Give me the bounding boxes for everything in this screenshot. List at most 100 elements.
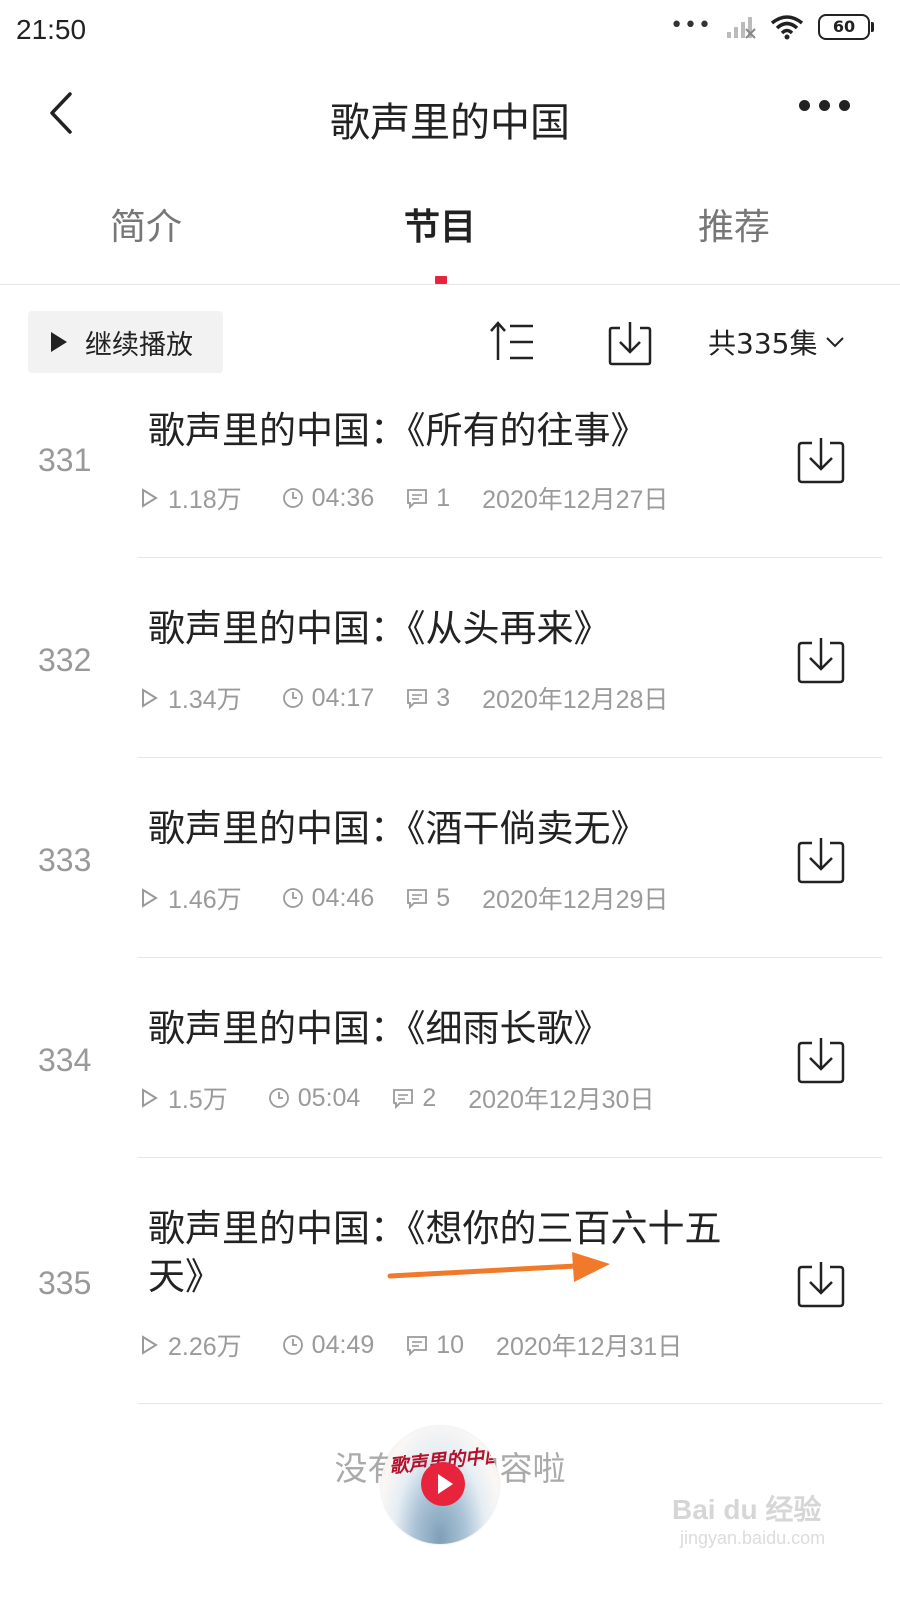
comment-count-value: 2 [422,1083,437,1112]
cellular-signal-icon [727,17,756,39]
more-options-icon[interactable] [799,100,850,111]
mini-player[interactable]: 歌声里的中国 [381,1426,499,1544]
comment-count: 3 [406,684,450,713]
tabs-divider [0,284,900,285]
tab-recommend[interactable]: 推荐 [634,198,834,250]
episode-meta: 1.46万 04:46 5 2020年12月29日 [138,880,668,916]
more-dot [839,100,850,111]
duration: 04:46 [282,883,375,913]
clock-icon [282,1335,303,1355]
duration-value: 04:49 [311,1330,375,1359]
episode-meta: 1.34万 04:17 3 2020年12月28日 [138,680,668,716]
play-count: 1.46万 [138,880,242,916]
comment-icon [393,1089,414,1109]
episode-count-label: 共335集 [708,327,818,360]
clock-icon [282,488,303,508]
battery-icon: 60 [818,14,874,40]
publish-date: 2020年12月28日 [482,686,669,714]
episode-title: 歌声里的中国：《所有的往事》 [148,409,648,452]
clock-icon [268,1088,289,1108]
more-signal-dots: ••• [670,12,712,38]
batch-download-icon[interactable] [606,318,654,366]
page-title: 歌声里的中国 [330,100,570,146]
episode-number: 333 [38,842,92,878]
wifi-icon [770,15,804,40]
chevron-down-icon [826,337,845,348]
publish-date: 2020年12月30日 [468,1086,655,1114]
download-icon[interactable] [796,1035,846,1085]
comment-count-value: 3 [436,683,451,712]
episode-toolbar: 继续播放 共335集 [0,308,900,374]
play-count-icon [142,888,158,908]
download-icon[interactable] [796,835,846,885]
status-icons: ••• 60 [670,12,874,40]
play-count-value: 1.18万 [168,486,242,514]
episode-number: 334 [38,1042,92,1078]
comment-icon [407,1336,428,1356]
watermark-url: jingyan.baidu.com [680,1528,826,1548]
play-count-value: 1.46万 [168,886,242,914]
battery-level: 60 [832,17,856,36]
play-count-icon [142,688,158,708]
play-count: 1.5万 [138,1080,228,1116]
play-count-value: 2.26万 [168,1333,242,1361]
comment-count-value: 1 [436,483,451,512]
duration: 05:04 [268,1084,360,1113]
battery-nub [871,22,874,32]
episode-meta: 2.26万 04:49 10 2020年12月31日 [138,1327,682,1363]
download-icon[interactable] [796,635,846,685]
episode-number: 335 [38,1265,92,1301]
duration: 04:17 [282,683,375,713]
comment-count: 5 [406,884,450,913]
play-count-value: 1.5万 [168,1086,228,1114]
comment-icon [407,489,428,509]
play-count-icon [142,1335,158,1355]
episode-title: 歌声里的中国：《细雨长歌》 [148,1007,611,1050]
comment-count-value: 5 [436,883,451,912]
more-dot [819,100,830,111]
episode-number: 332 [38,642,92,678]
episode-row[interactable]: 331 歌声里的中国：《所有的往事》 1.18万 04:36 1 2020年12… [0,380,900,557]
play-count-icon [142,1088,158,1108]
play-count-icon [142,488,158,508]
duration-value: 04:17 [311,683,375,712]
comment-count: 2 [392,1084,436,1113]
tab-intro[interactable]: 简介 [46,198,246,250]
clock-icon [282,888,303,908]
tab-episodes[interactable]: 节目 [340,198,540,250]
row-divider [138,1403,882,1404]
continue-play-label: 继续播放 [85,329,193,361]
publish-date: 2020年12月31日 [496,1333,683,1361]
comment-icon [407,689,428,709]
sort-order-icon[interactable] [488,320,536,364]
comment-count: 1 [406,484,450,513]
active-tab-indicator [435,276,447,284]
play-icon [51,332,67,352]
continue-play-button[interactable]: 继续播放 [28,311,223,373]
nav-bar: 歌声里的中国 [0,62,900,162]
episode-title: 歌声里的中国：《酒干倘卖无》 [148,807,648,850]
episode-row[interactable]: 334 歌声里的中国：《细雨长歌》 1.5万 05:04 2 2020年12月3… [0,957,900,1157]
episode-number: 331 [38,442,92,478]
play-count: 1.18万 [138,480,242,516]
status-bar: 21:50 ••• 60 [0,0,900,62]
annotation-arrow-icon [387,1252,610,1282]
status-time: 21:50 [16,14,87,45]
watermark-logo: Bai du 经验 [672,1494,822,1525]
tab-bar: 简介 节目 推荐 [0,188,900,284]
episode-row[interactable]: 332 歌声里的中国：《从头再来》 1.34万 04:17 3 2020年12月… [0,557,900,757]
clock-icon [282,688,303,708]
episode-count-dropdown[interactable]: 共335集 [708,322,849,362]
episode-row[interactable]: 333 歌声里的中国：《酒干倘卖无》 1.46万 04:46 5 2020年12… [0,757,900,957]
episode-meta: 1.18万 04:36 1 2020年12月27日 [138,480,668,516]
duration: 04:49 [282,1330,375,1360]
play-count: 1.34万 [138,680,242,716]
duration-value: 04:46 [311,883,375,912]
mini-player-play-icon[interactable] [421,1462,465,1506]
publish-date: 2020年12月27日 [482,486,669,514]
download-icon[interactable] [796,435,846,485]
duration: 04:36 [282,483,375,513]
download-icon[interactable] [796,1259,846,1309]
publish-date: 2020年12月29日 [482,886,669,914]
duration-value: 04:36 [311,483,375,512]
